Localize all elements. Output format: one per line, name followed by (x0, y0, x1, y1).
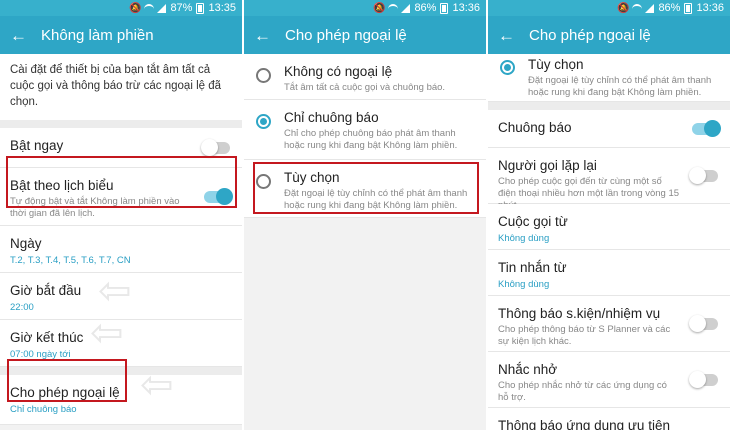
setting-subtitle: Tự động bật và tắt Không làm phiền vào t… (10, 196, 180, 219)
description: Cài đặt để thiết bị của bạn tắt âm tất c… (0, 54, 242, 120)
setting-priority-app-notifications[interactable]: Thông báo ứng dụng ưu tiên (488, 408, 730, 430)
setting-value: Chỉ chuông báo (10, 404, 77, 415)
mute-icon: 🔕 (128, 2, 142, 14)
radio-button-selected[interactable] (256, 114, 271, 129)
setting-scheduled[interactable]: Bật theo lịch biểu Tự động bật và tắt Kh… (0, 168, 242, 226)
option-subtitle: Tắt âm tất cả cuộc gọi và chuông báo. (284, 82, 446, 93)
option-subtitle: Đặt ngoại lệ tùy chỉnh có thể phát âm th… (284, 188, 468, 211)
battery-icon (684, 2, 693, 14)
battery-percent: 87% (170, 2, 193, 14)
reminders-toggle[interactable] (689, 370, 718, 388)
setting-value: T.2, T.3, T.4, T.5, T.6, T.7, CN (10, 255, 131, 266)
mute-icon: 🔕 (616, 2, 630, 14)
signal-icon (157, 3, 167, 13)
wifi-icon (144, 4, 155, 12)
setting-repeat-callers[interactable]: Người gọi lặp lại Cho phép cuộc gọi đến … (488, 148, 730, 211)
signal-icon (645, 3, 655, 13)
setting-title: Thông báo ứng dụng ưu tiên (498, 418, 670, 430)
setting-end-time[interactable]: Giờ kết thúc 07:00 ngày tới (0, 320, 242, 367)
setting-title: Giờ kết thúc (10, 330, 84, 345)
radio-button-selected[interactable] (500, 60, 515, 75)
setting-title: Bật ngay (10, 138, 64, 153)
battery-icon (440, 2, 449, 14)
setting-value: Không dùng (498, 233, 550, 244)
app-bar: ← Cho phép ngoại lệ (488, 16, 730, 54)
back-arrow-icon[interactable]: ← (498, 27, 515, 44)
setting-reminders[interactable]: Nhắc nhở Cho phép nhắc nhở từ các ứng dụ… (488, 352, 730, 408)
setting-subtitle: Cho phép nhắc nhở từ các ứng dụng có hỗ … (498, 380, 667, 403)
option-alarms-only[interactable]: Chỉ chuông báo Chỉ cho phép chuông báo p… (244, 100, 486, 160)
setting-alarms[interactable]: Chuông báo (488, 110, 730, 148)
alarms-toggle[interactable] (692, 119, 721, 137)
option-custom[interactable]: Tùy chọn Đặt ngoại lệ tùy chỉnh có thể p… (488, 54, 730, 102)
status-bar: 🔕 86% 13:36 (488, 0, 730, 16)
option-title: Chỉ chuông báo (284, 110, 379, 125)
scheduled-toggle[interactable] (204, 187, 233, 205)
screen-custom-exceptions: 🔕 86% 13:36 ← Cho phép ngoại lệ Tùy chọn… (488, 0, 730, 430)
repeat-callers-toggle[interactable] (689, 166, 718, 184)
radio-button[interactable] (256, 174, 271, 189)
clock: 13:36 (452, 2, 480, 14)
back-arrow-icon[interactable]: ← (10, 27, 27, 44)
setting-title: Cuộc gọi từ (498, 214, 568, 229)
radio-button[interactable] (256, 68, 271, 83)
battery-percent: 86% (414, 2, 437, 14)
app-bar: ← Cho phép ngoại lệ (244, 16, 486, 54)
option-custom[interactable]: Tùy chọn Đặt ngoại lệ tùy chỉnh có thể p… (244, 160, 486, 218)
option-subtitle: Đặt ngoại lệ tùy chỉnh có thể phát âm th… (528, 75, 712, 98)
option-no-exceptions[interactable]: Không có ngoại lệ Tắt âm tất cả cuộc gọi… (244, 54, 486, 100)
setting-title: Tin nhắn từ (498, 260, 567, 275)
setting-title: Ngày (10, 236, 42, 251)
wifi-icon (388, 4, 399, 12)
setting-title: Chuông báo (498, 120, 572, 135)
setting-calls-from[interactable]: Cuộc gọi từ Không dùng (488, 204, 730, 250)
app-bar: ← Không làm phiền (0, 16, 242, 54)
battery-percent: 86% (658, 2, 681, 14)
setting-days[interactable]: Ngày T.2, T.3, T.4, T.5, T.6, T.7, CN (0, 226, 242, 273)
setting-title: Bật theo lịch biểu (10, 178, 114, 193)
battery-icon (196, 2, 205, 14)
page-title: Không làm phiền (41, 26, 154, 44)
clock: 13:35 (208, 2, 236, 14)
setting-title: Giờ bắt đầu (10, 283, 82, 298)
status-bar: 🔕 86% 13:36 (244, 0, 486, 16)
setting-value: 07:00 ngày tới (10, 349, 71, 360)
setting-title: Cho phép ngoại lệ (10, 385, 120, 400)
setting-allow-exceptions[interactable]: Cho phép ngoại lệ Chỉ chuông báo (0, 375, 242, 425)
screen-allow-exceptions: 🔕 86% 13:36 ← Cho phép ngoại lệ Không có… (244, 0, 486, 430)
clock: 13:36 (696, 2, 724, 14)
option-title: Tùy chọn (528, 57, 584, 72)
option-title: Không có ngoại lệ (284, 64, 393, 79)
status-bar: 🔕 87% 13:35 (0, 0, 242, 16)
setting-value: 22:00 (10, 302, 34, 313)
page-title: Cho phép ngoại lệ (285, 26, 407, 44)
setting-value: Không dùng (498, 279, 550, 290)
setting-turn-on-now[interactable]: Bật ngay (0, 128, 242, 168)
wifi-icon (632, 4, 643, 12)
mute-icon: 🔕 (372, 2, 386, 14)
setting-subtitle: Cho phép thông báo từ S Planner và các s… (498, 324, 671, 347)
screen-do-not-disturb: 🔕 87% 13:35 ← Không làm phiền Cài đặt để… (0, 0, 242, 430)
setting-start-time[interactable]: Giờ bắt đầu 22:00 (0, 273, 242, 320)
signal-icon (401, 3, 411, 13)
option-title: Tùy chọn (284, 170, 340, 185)
events-tasks-toggle[interactable] (689, 314, 718, 332)
turn-on-now-toggle[interactable] (201, 138, 230, 156)
setting-messages-from[interactable]: Tin nhắn từ Không dùng (488, 250, 730, 296)
setting-title: Thông báo s.kiện/nhiệm vụ (498, 306, 661, 321)
page-title: Cho phép ngoại lệ (529, 26, 651, 44)
setting-events-tasks[interactable]: Thông báo s.kiện/nhiệm vụ Cho phép thông… (488, 296, 730, 352)
option-subtitle: Chỉ cho phép chuông báo phát âm thanh ho… (284, 128, 458, 151)
setting-title: Nhắc nhở (498, 362, 558, 377)
back-arrow-icon[interactable]: ← (254, 27, 271, 44)
setting-title: Người gọi lặp lại (498, 158, 597, 173)
